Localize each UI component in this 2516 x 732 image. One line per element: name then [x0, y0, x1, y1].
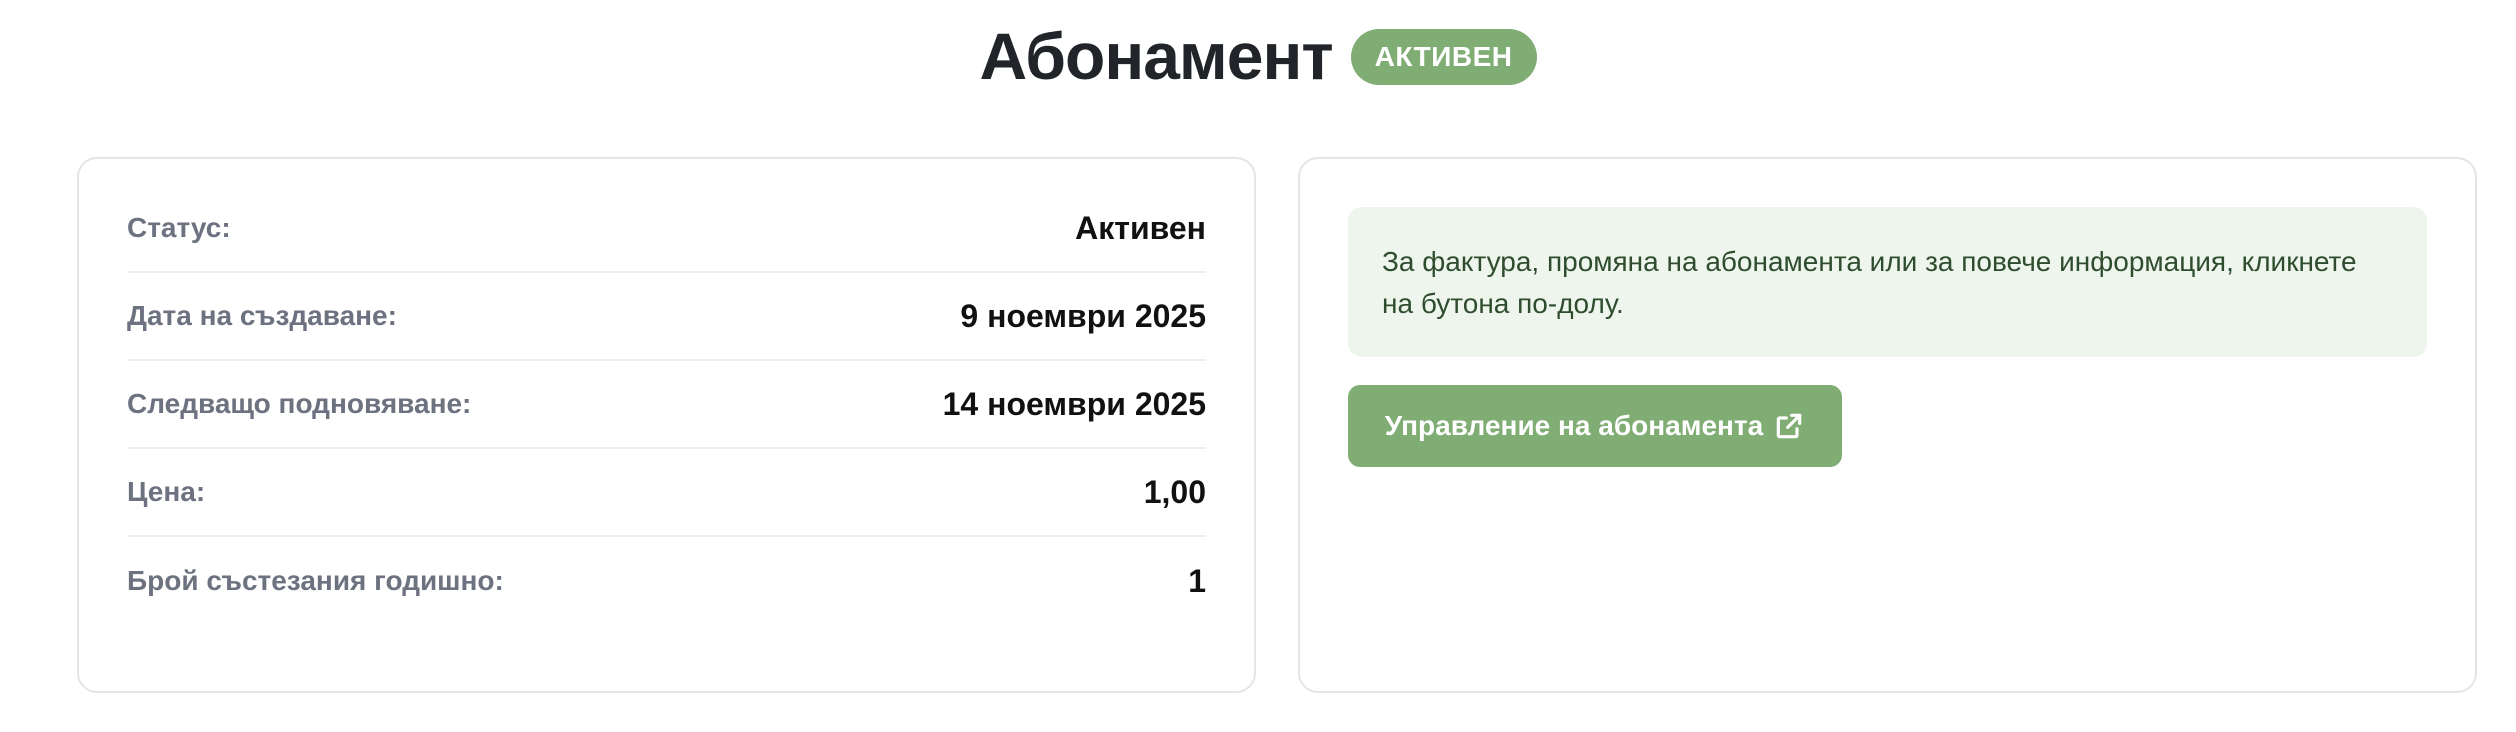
detail-value: 9 ноември 2025: [960, 297, 1206, 334]
detail-label: Брой състезания годишно:: [127, 565, 504, 596]
detail-label: Следващо подновяване:: [127, 388, 472, 419]
subscription-details-card: Статус: Активен Дата на създаване: 9 ное…: [77, 157, 1256, 693]
page-title: Абонамент: [979, 19, 1333, 93]
detail-value: 14 ноември 2025: [942, 385, 1206, 422]
info-message: За фактура, промяна на абонамента или за…: [1348, 207, 2427, 357]
status-badge: АКТИВЕН: [1350, 29, 1537, 85]
detail-label: Дата на създаване:: [127, 300, 397, 331]
detail-label: Цена:: [127, 476, 206, 507]
detail-value: 1,00: [1143, 473, 1206, 510]
detail-row-price: Цена: 1,00: [127, 449, 1206, 537]
manage-subscription-card: За фактура, промяна на абонамента или за…: [1298, 157, 2477, 693]
detail-row-competitions-per-year: Брой състезания годишно: 1: [127, 537, 1206, 625]
manage-subscription-button[interactable]: Управление на абонамента: [1348, 385, 1842, 467]
detail-value: 1: [1188, 562, 1206, 599]
page-header: Абонамент АКТИВЕН: [0, 12, 2516, 100]
subscription-page: Абонамент АКТИВЕН Статус: Активен Дата н…: [0, 0, 2516, 732]
external-link-icon: [1773, 410, 1805, 442]
manage-subscription-button-label: Управление на абонамента: [1384, 410, 1764, 441]
detail-label: Статус:: [127, 212, 231, 243]
detail-row-created-date: Дата на създаване: 9 ноември 2025: [127, 273, 1206, 361]
detail-value: Активен: [1075, 209, 1206, 246]
detail-row-next-renewal: Следващо подновяване: 14 ноември 2025: [127, 361, 1206, 449]
details-list: Статус: Активен Дата на създаване: 9 ное…: [127, 185, 1206, 625]
detail-row-status: Статус: Активен: [127, 185, 1206, 273]
